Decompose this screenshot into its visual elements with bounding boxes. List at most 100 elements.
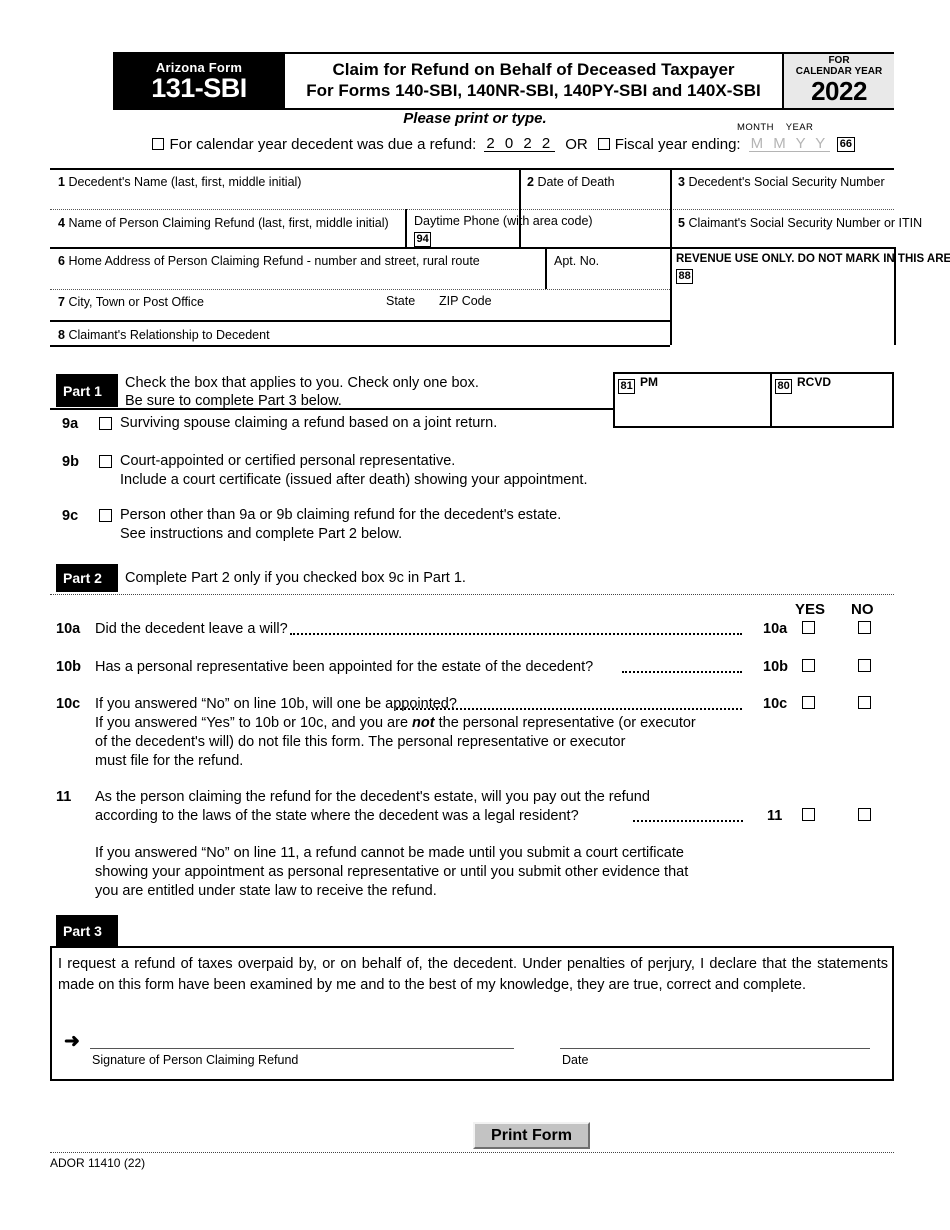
calendar-year-value: 2022 bbox=[811, 76, 867, 107]
part-1-bar: Part 1 bbox=[56, 374, 118, 407]
line-10a-leader bbox=[290, 633, 742, 635]
line-10b-text: Has a personal representative been appoi… bbox=[95, 659, 594, 675]
fiscal-year-checkbox[interactable] bbox=[597, 138, 610, 150]
grid-rule-bottom bbox=[50, 345, 670, 347]
part-2-label: Part 2 bbox=[63, 570, 102, 586]
line-10a-ref: 10a bbox=[763, 621, 788, 637]
field-6-number: 6 bbox=[58, 254, 65, 268]
revenue-boxes-bottom-rule bbox=[613, 426, 894, 428]
line-10c-text: If you answered “No” on line 10b, will o… bbox=[95, 696, 457, 712]
fiscal-year-digits-field[interactable]: M M Y Y bbox=[748, 136, 831, 152]
revenue-boxes-right-rule bbox=[892, 372, 894, 428]
field-8-relationship[interactable]: 8 Claimant's Relationship to Decedent bbox=[58, 328, 270, 342]
field-1-decedent-name[interactable]: 1 Decedent's Name (last, first, middle i… bbox=[58, 175, 301, 189]
form-page: Arizona Form 131-SBI Claim for Refund on… bbox=[0, 0, 950, 1230]
line-9b-checkbox[interactable] bbox=[99, 455, 112, 468]
field-5-label: Claimant's Social Security Number or ITI… bbox=[688, 216, 923, 230]
rcvd-label: RCVD bbox=[797, 375, 832, 389]
signature-caption: Signature of Person Claiming Refund bbox=[92, 1053, 299, 1067]
code-81-box: 81 bbox=[618, 377, 636, 395]
print-form-button[interactable]: Print Form bbox=[473, 1122, 590, 1149]
field-zip-code[interactable]: ZIP Code bbox=[439, 294, 492, 308]
form-title-block: Claim for Refund on Behalf of Deceased T… bbox=[285, 54, 782, 108]
part-2-instruction: Complete Part 2 only if you checked box … bbox=[125, 570, 466, 586]
code-80-box: 80 bbox=[775, 377, 793, 395]
part-3-bar: Part 3 bbox=[56, 915, 118, 947]
grid-rule-top bbox=[50, 168, 894, 170]
line-10c-number: 10c bbox=[56, 696, 81, 712]
daytime-phone-label: Daytime Phone (with area code) bbox=[414, 214, 593, 228]
line-10b-leader bbox=[622, 671, 742, 673]
line-9b-number: 9b bbox=[62, 454, 79, 470]
line-11-no-checkbox[interactable] bbox=[858, 808, 871, 821]
part-1-underline bbox=[50, 408, 614, 410]
field-daytime-phone-label: Daytime Phone (with area code) bbox=[414, 214, 593, 228]
line-11-number: 11 bbox=[56, 789, 72, 805]
field-6-label: Home Address of Person Claiming Refund -… bbox=[68, 254, 480, 268]
line-10a-no-checkbox[interactable] bbox=[858, 621, 871, 634]
line-11-ref: 11 bbox=[767, 808, 783, 824]
field-apt-no[interactable]: Apt. No. bbox=[554, 254, 599, 268]
field-4-claimant-name[interactable]: 4 Name of Person Claiming Refund (last, … bbox=[58, 216, 389, 230]
field-7-label: City, Town or Post Office bbox=[68, 295, 204, 309]
declaration-line-1: I request a refund of taxes overpaid by,… bbox=[58, 956, 888, 972]
line-10c-note-part-b: the personal representative (or executor bbox=[434, 715, 696, 731]
code-94-box: 94 bbox=[414, 230, 432, 248]
line-9c-checkbox[interactable] bbox=[99, 509, 112, 522]
grid-divider-date-of-death bbox=[519, 168, 521, 247]
state-label: State bbox=[386, 294, 416, 308]
part-3-declaration-box: I request a refund of taxes overpaid by,… bbox=[50, 946, 894, 1081]
line-11-note-line-1: If you answered “No” on line 11, a refun… bbox=[95, 845, 684, 861]
calendar-year-checkbox[interactable] bbox=[152, 138, 165, 150]
revenue-boxes-left-rule bbox=[613, 372, 615, 428]
field-2-date-of-death[interactable]: 2 Date of Death bbox=[527, 175, 615, 189]
line-10b-yes-checkbox[interactable] bbox=[802, 659, 815, 672]
form-title-line-1: Claim for Refund on Behalf of Deceased T… bbox=[332, 60, 735, 80]
zip-code-label: ZIP Code bbox=[439, 294, 492, 308]
line-10b-no-checkbox[interactable] bbox=[858, 659, 871, 672]
field-1-label: Decedent's Name (last, first, middle ini… bbox=[68, 175, 302, 189]
tax-year-selection-row: For calendar year decedent was due a ref… bbox=[113, 132, 894, 156]
form-identity-block: Arizona Form 131-SBI bbox=[113, 54, 285, 108]
declaration-line-2: made on this form have been examined by … bbox=[58, 977, 806, 993]
line-11-yes-checkbox[interactable] bbox=[802, 808, 815, 821]
calendar-year-digits-field[interactable]: 2 0 2 2 bbox=[484, 136, 556, 152]
line-9c-number: 9c bbox=[62, 508, 79, 524]
line-10a-yes-checkbox[interactable] bbox=[802, 621, 815, 634]
field-3-decedent-ssn[interactable]: 3 Decedent's Social Security Number bbox=[678, 175, 885, 189]
line-10c-yes-checkbox[interactable] bbox=[802, 696, 815, 709]
field-5-number: 5 bbox=[678, 216, 685, 230]
line-9b-text: Court-appointed or certified personal re… bbox=[120, 453, 456, 469]
field-1-number: 1 bbox=[58, 175, 65, 189]
revenue-use-boxes: 81 PM 80 RCVD bbox=[613, 372, 894, 428]
field-6-home-address[interactable]: 6 Home Address of Person Claiming Refund… bbox=[58, 254, 480, 268]
line-9a-checkbox[interactable] bbox=[99, 417, 112, 430]
form-header-banner: Arizona Form 131-SBI Claim for Refund on… bbox=[113, 52, 894, 110]
line-10c-note-part-a: If you answered “Yes” to 10b or 10c, and… bbox=[95, 715, 413, 731]
line-10c-no-checkbox[interactable] bbox=[858, 696, 871, 709]
or-separator-label: OR bbox=[565, 135, 588, 153]
date-line[interactable] bbox=[560, 1048, 870, 1050]
declaration-text: I request a refund of taxes overpaid by,… bbox=[58, 954, 888, 996]
line-11-note-line-2: showing your appointment as personal rep… bbox=[95, 864, 689, 880]
field-5-claimant-ssn[interactable]: 5 Claimant's Social Security Number or I… bbox=[678, 216, 922, 230]
field-7-city[interactable]: 7 City, Town or Post Office bbox=[58, 295, 204, 309]
field-2-label: Date of Death bbox=[537, 175, 615, 189]
calendar-year-block: FOR CALENDAR YEAR 2022 bbox=[782, 54, 894, 108]
line-9c-subtext: See instructions and complete Part 2 bel… bbox=[120, 526, 403, 542]
field-4-label: Name of Person Claiming Refund (last, fi… bbox=[68, 216, 389, 230]
no-column-header: NO bbox=[851, 601, 874, 618]
grid-divider-phone bbox=[405, 209, 407, 247]
yes-column-header: YES bbox=[795, 601, 826, 618]
signature-line[interactable] bbox=[90, 1048, 514, 1050]
line-11-text-line-1: As the person claiming the refund for th… bbox=[95, 789, 650, 805]
line-11-note-line-3: you are entitled under state law to rece… bbox=[95, 883, 437, 899]
line-9a-text: Surviving spouse claiming a refund based… bbox=[120, 415, 498, 431]
revenue-use-only-notice: REVENUE USE ONLY. DO NOT MARK IN THIS AR… bbox=[676, 253, 950, 265]
date-caption: Date bbox=[562, 1053, 589, 1067]
field-state[interactable]: State bbox=[386, 294, 415, 308]
line-10c-note-line-2: of the decedent's will) do not file this… bbox=[95, 734, 626, 750]
line-10c-leader bbox=[396, 708, 742, 710]
code-66-box: 66 bbox=[837, 136, 855, 152]
form-title-line-2: For Forms 140-SBI, 140NR-SBI, 140PY-SBI … bbox=[306, 81, 761, 100]
